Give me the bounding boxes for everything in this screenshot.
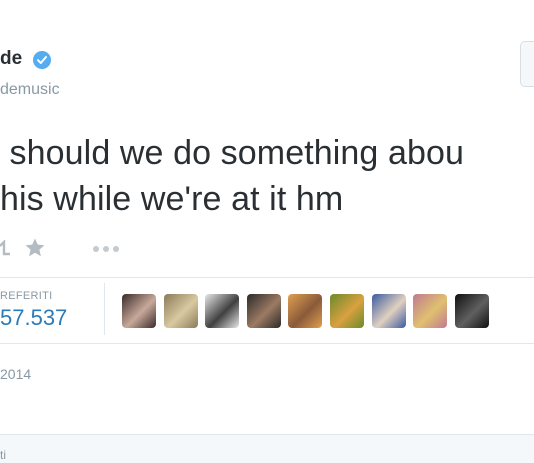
tweet-text-line-1: should we do something abou [0, 134, 465, 172]
favoriter-avatar[interactable] [122, 294, 156, 328]
favoriter-avatar[interactable] [413, 294, 447, 328]
tweet-text: should we do something abou his while we… [0, 130, 534, 222]
favoriter-avatar[interactable] [247, 294, 281, 328]
favoriter-avatar[interactable] [330, 294, 364, 328]
favoriter-avatar[interactable] [164, 294, 198, 328]
reply-footer [0, 434, 534, 463]
favoriter-avatar[interactable] [455, 294, 489, 328]
favoriter-avatar[interactable] [372, 294, 406, 328]
ellipsis-icon[interactable] [92, 245, 122, 253]
favoriter-avatar[interactable] [288, 294, 322, 328]
stats-bottom-divider [0, 343, 534, 344]
verified-badge-icon [33, 51, 51, 69]
favoriter-avatar[interactable] [205, 294, 239, 328]
favorites-label: REFERITI [0, 290, 53, 302]
checkmark-icon [37, 56, 47, 64]
author-name[interactable]: de [0, 48, 22, 70]
favorites-count[interactable]: 57.537 [0, 305, 67, 331]
follow-button[interactable] [520, 41, 534, 87]
retweet-icon[interactable] [0, 240, 12, 258]
stats-separator [104, 283, 105, 335]
star-icon[interactable] [24, 237, 46, 259]
tweet-date[interactable]: 2014 [0, 366, 31, 382]
author-handle[interactable]: demusic [0, 81, 60, 99]
tweet-text-line-2: his while we're at it hm [0, 180, 344, 218]
stats-top-divider [0, 277, 534, 278]
footer-text: ti [0, 448, 6, 462]
